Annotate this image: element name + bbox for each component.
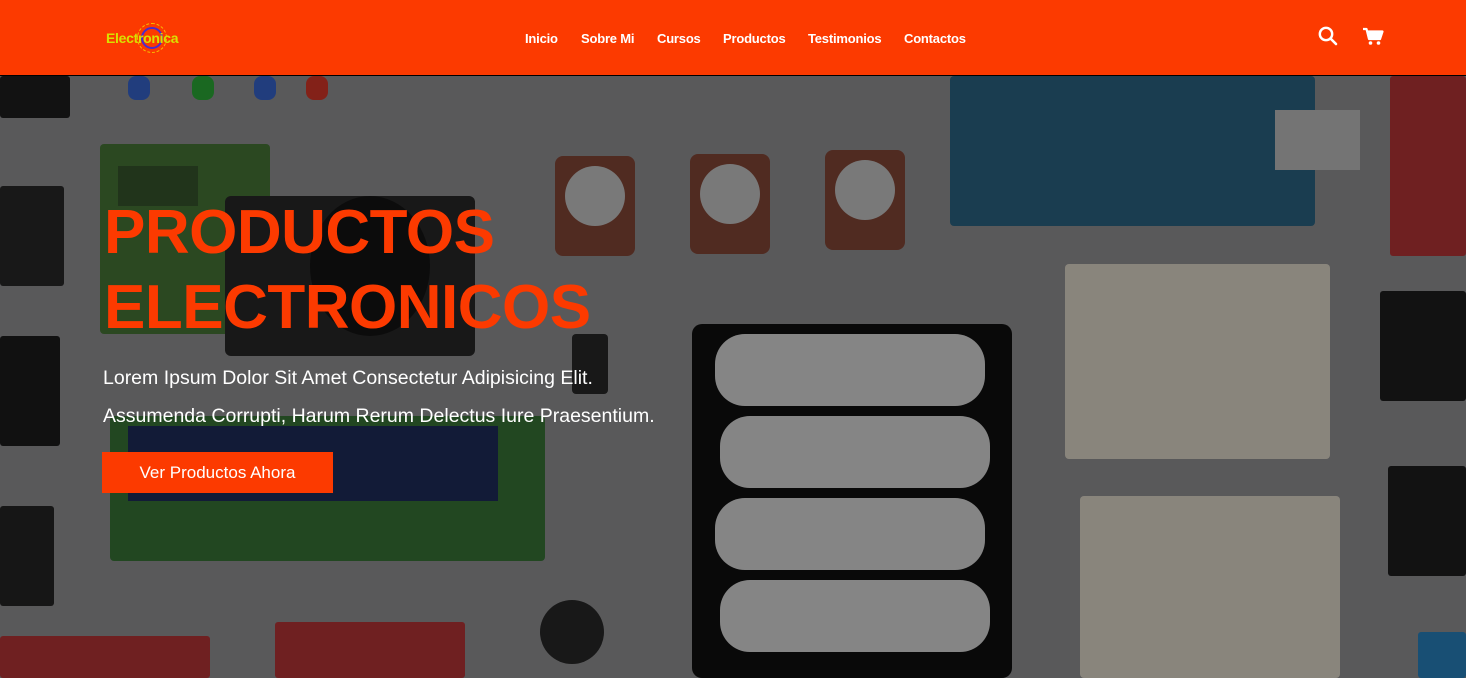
hero-subtitle-line2: Assumenda Corrupti, Harum Rerum Delectus… xyxy=(103,405,655,427)
hero-title-line1: PRODUCTOS xyxy=(104,198,495,267)
hero-title-line2: ELECTRONICOS xyxy=(104,273,591,342)
hero-subtitle: Lorem Ipsum Dolor Sit Amet Consectetur A… xyxy=(103,359,753,435)
hero-section: PRODUCTOS ELECTRONICOS Lorem Ipsum Dolor… xyxy=(0,76,1466,678)
nav-item-cursos[interactable]: Cursos xyxy=(657,31,701,46)
cart-icon[interactable] xyxy=(1362,25,1384,47)
main-nav: Inicio Sobre Mi Cursos Productos Testimo… xyxy=(0,31,1466,49)
nav-item-sobre-mi[interactable]: Sobre Mi xyxy=(581,31,634,46)
hero-title: PRODUCTOS ELECTRONICOS xyxy=(104,195,664,345)
hero-subtitle-line1: Lorem Ipsum Dolor Sit Amet Consectetur A… xyxy=(103,367,593,389)
search-icon[interactable] xyxy=(1317,25,1339,47)
nav-item-productos[interactable]: Productos xyxy=(723,31,786,46)
nav-item-contactos[interactable]: Contactos xyxy=(904,31,966,46)
ver-productos-button[interactable]: Ver Productos Ahora xyxy=(102,452,333,493)
nav-item-inicio[interactable]: Inicio xyxy=(525,31,558,46)
site-header: Electronica Inicio Sobre Mi Cursos Produ… xyxy=(0,0,1466,76)
nav-item-testimonios[interactable]: Testimonios xyxy=(808,31,882,46)
page: Electronica Inicio Sobre Mi Cursos Produ… xyxy=(0,0,1466,678)
